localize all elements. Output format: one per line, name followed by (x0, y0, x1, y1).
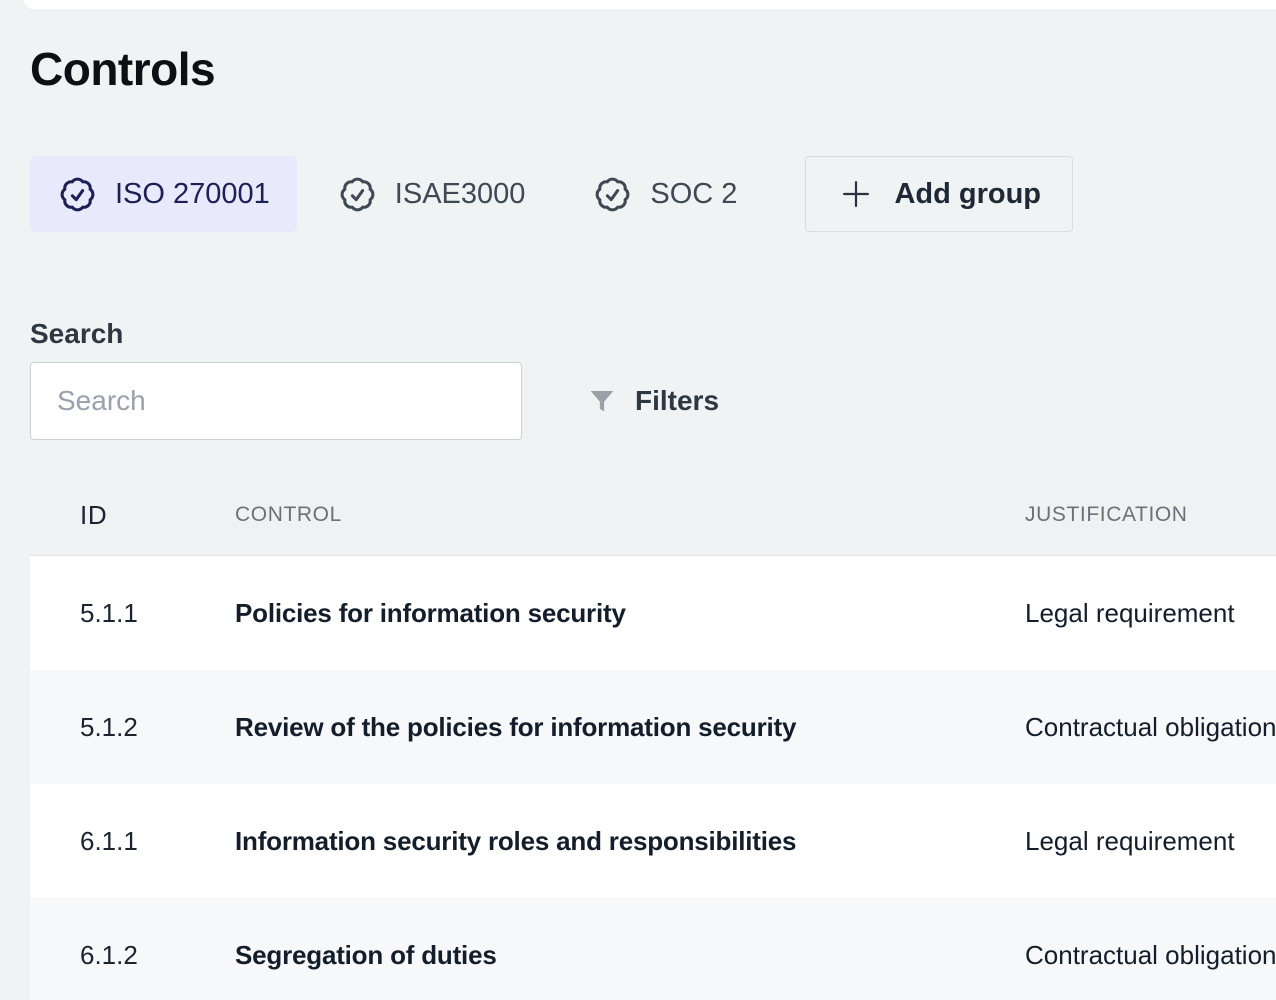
control-id: 6.1.1 (30, 826, 235, 857)
control-justification: Contractual obligation (1025, 940, 1276, 971)
controls-table: ID CONTROL JUSTIFICATION 5.1.1 Policies … (30, 475, 1276, 1000)
group-tab-isae3000[interactable]: ISAE3000 (310, 156, 553, 232)
filters-button[interactable]: Filters (586, 362, 719, 440)
badge-check-icon (337, 174, 378, 215)
control-justification: Legal requirement (1025, 826, 1276, 857)
control-id: 5.1.1 (30, 598, 235, 629)
control-id: 6.1.2 (30, 940, 235, 971)
search-input[interactable] (30, 362, 522, 440)
control-name: Information security roles and responsib… (235, 826, 1025, 857)
control-justification: Contractual obligation (1025, 712, 1276, 743)
control-name: Policies for information security (235, 598, 1025, 629)
column-header-justification: JUSTIFICATION (1025, 503, 1276, 527)
add-group-button[interactable]: Add group (805, 156, 1073, 232)
group-tab-label: ISO 270001 (115, 178, 270, 211)
add-group-label: Add group (894, 178, 1041, 211)
control-id: 5.1.2 (30, 712, 235, 743)
group-tab-label: SOC 2 (650, 178, 737, 211)
group-tabs: ISO 270001 ISAE3000 SOC 2 Add group (30, 156, 1073, 232)
page-title: Controls (30, 42, 215, 96)
badge-check-icon (592, 174, 633, 215)
badge-check-icon (57, 174, 98, 215)
table-row[interactable]: 5.1.1 Policies for information security … (30, 556, 1276, 670)
group-tab-label: ISAE3000 (395, 178, 526, 211)
filter-funnel-icon (586, 385, 618, 417)
search-label: Search (30, 318, 123, 350)
control-name: Segregation of duties (235, 940, 1025, 971)
table-row[interactable]: 5.1.2 Review of the policies for informa… (30, 670, 1276, 784)
group-tab-iso-270001[interactable]: ISO 270001 (30, 156, 297, 232)
filters-label: Filters (635, 385, 719, 417)
table-header: ID CONTROL JUSTIFICATION (30, 475, 1276, 556)
column-header-id: ID (30, 500, 235, 531)
column-header-control: CONTROL (235, 503, 1025, 527)
plus-icon (837, 175, 875, 213)
table-row[interactable]: 6.1.2 Segregation of duties Contractual … (30, 898, 1276, 1000)
control-name: Review of the policies for information s… (235, 712, 1025, 743)
topbar-edge-strip (24, 0, 1276, 9)
table-row[interactable]: 6.1.1 Information security roles and res… (30, 784, 1276, 898)
control-justification: Legal requirement (1025, 598, 1276, 629)
group-tab-soc-2[interactable]: SOC 2 (565, 156, 764, 232)
